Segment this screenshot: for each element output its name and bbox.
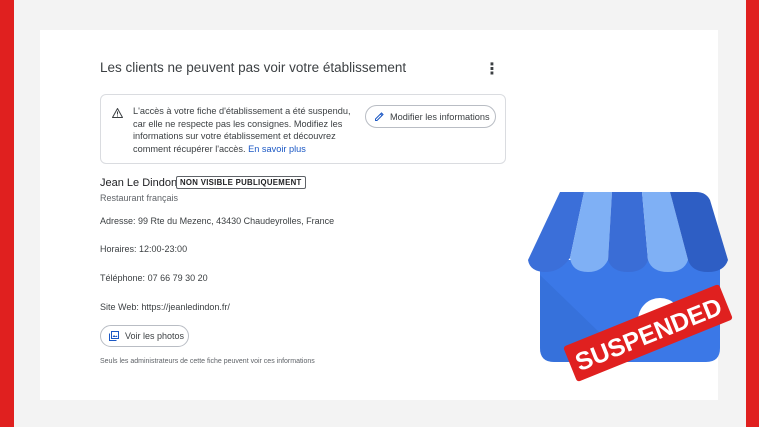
business-category: Restaurant français	[100, 193, 179, 203]
phone-label: Téléphone:	[100, 273, 146, 283]
address-label: Adresse:	[100, 216, 136, 226]
pencil-icon	[375, 111, 384, 121]
card-title: Les clients ne peuvent pas voir votre ét…	[100, 60, 407, 75]
address-row: Adresse: 99 Rte du Mezenc, 43430 Chaudey…	[100, 216, 334, 226]
admin-footnote: Seuls les administrateurs de cette fiche…	[100, 358, 315, 365]
warning-icon	[112, 105, 123, 123]
edit-info-button[interactable]: Modifier les informations	[365, 105, 496, 128]
hours-value: 12:00-23:00	[139, 244, 188, 254]
hours-row: Horaires: 12:00-23:00	[100, 244, 187, 254]
hours-label: Horaires:	[100, 244, 137, 254]
website-row: Site Web: https://jeanledindon.fr/	[100, 302, 230, 312]
learn-more-link[interactable]: En savoir plus	[248, 144, 306, 154]
view-photos-button[interactable]: Voir les photos	[100, 325, 189, 347]
left-red-border	[0, 0, 14, 427]
alert-text: L'accès à votre fiche d'établissement a …	[133, 106, 351, 154]
website-label: Site Web:	[100, 302, 139, 312]
edit-info-label: Modifier les informations	[390, 111, 490, 122]
google-my-business-logo: SUSPENDED	[528, 192, 733, 382]
visibility-badge: NON VISIBLE PUBLIQUEMENT	[176, 176, 306, 189]
phone-row: Téléphone: 07 66 79 30 20	[100, 273, 208, 283]
photo-library-icon	[109, 331, 119, 341]
address-value: 99 Rte du Mezenc, 43430 Chaudeyrolles, F…	[138, 216, 335, 226]
phone-value: 07 66 79 30 20	[147, 273, 208, 283]
business-name: Jean Le Dindon	[100, 177, 178, 189]
business-profile-card: Les clients ne peuvent pas voir votre ét…	[40, 30, 733, 400]
alert-message: L'accès à votre fiche d'établissement a …	[133, 105, 353, 155]
suspension-alert: L'accès à votre fiche d'établissement a …	[100, 94, 506, 164]
view-photos-label: Voir les photos	[125, 331, 185, 341]
website-value: https://jeanledindon.fr/	[141, 302, 230, 312]
more-vert-icon[interactable]: ⋮	[484, 59, 500, 79]
